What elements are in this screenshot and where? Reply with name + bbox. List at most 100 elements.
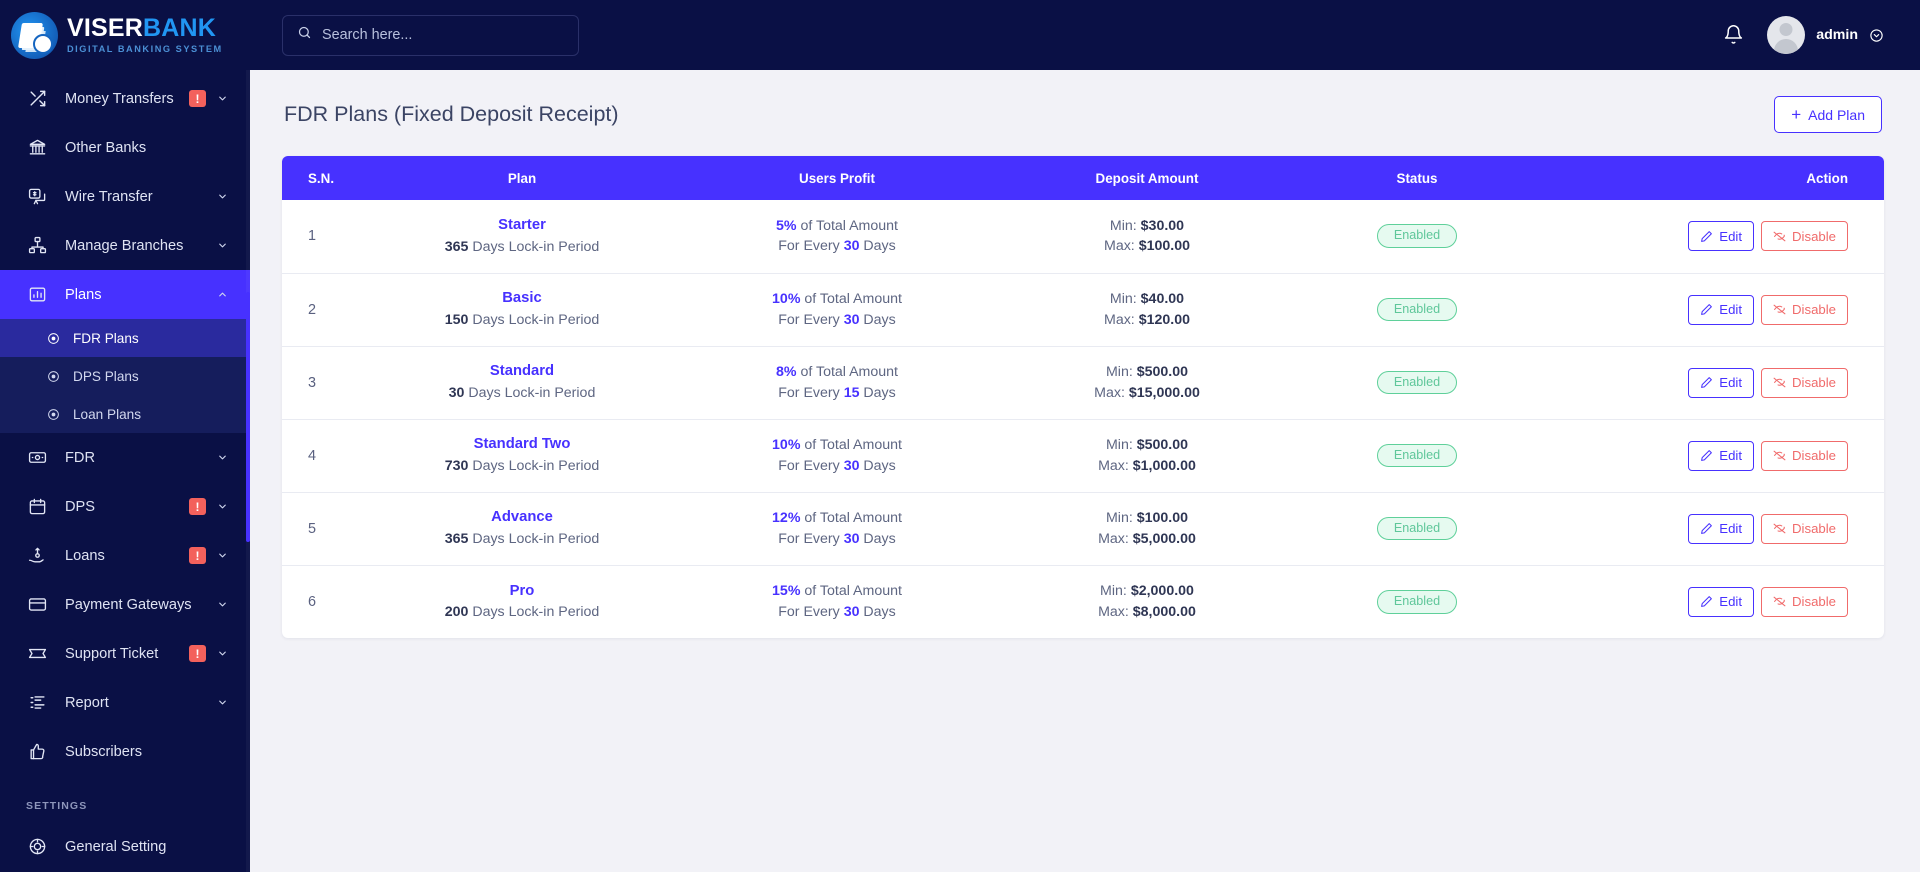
max-prefix: Max:	[1094, 384, 1125, 401]
profit-suffix: of Total Amount	[800, 363, 898, 380]
disable-button[interactable]: Disable	[1761, 367, 1848, 398]
disable-label: Disable	[1792, 228, 1836, 244]
sidebar-item-label: DPS	[65, 498, 96, 515]
every-prefix: For Every	[778, 311, 840, 328]
brand-logo-area[interactable]: VISERBANK DIGITAL BANKING SYSTEM	[0, 0, 250, 70]
table-row: 5 Advance 365 Days Lock-in Period 12% of To…	[282, 492, 1884, 565]
cell-action: Edit Disable	[1542, 565, 1884, 638]
edit-label: Edit	[1719, 448, 1743, 463]
sidebar-item-label: General Setting	[65, 838, 167, 855]
notification-bell-icon[interactable]	[1723, 24, 1745, 46]
eye-slash-icon	[1773, 303, 1786, 316]
disable-label: Disable	[1792, 521, 1836, 536]
disable-label: Disable	[1792, 375, 1836, 390]
main-area: admin FDR Plans (Fixed Deposit Receipt) …	[250, 0, 1920, 872]
sidebar-item-dps[interactable]: DPS !	[0, 482, 250, 531]
disable-button[interactable]: Disable	[1761, 513, 1848, 544]
brand-name-part1: VISER	[67, 13, 144, 42]
brand-name-part2: BANK	[143, 13, 217, 42]
cell-users-profit: 12% of Total Amount For Every 30 Days	[672, 492, 1002, 565]
cell-status: Enabled	[1292, 273, 1542, 346]
sidebar-item-plans[interactable]: Plans	[0, 270, 250, 319]
sidebar: VISERBANK DIGITAL BANKING SYSTEM Money T…	[0, 0, 250, 872]
sidebar-item-money-transfers[interactable]: Money Transfers !	[0, 74, 250, 123]
profit-suffix: of Total Amount	[804, 436, 902, 453]
search-input[interactable]	[322, 27, 564, 43]
plan-name: Advance	[491, 509, 553, 526]
disable-label: Disable	[1792, 594, 1836, 610]
plan-name: Starter	[498, 217, 546, 234]
every-days: 30	[843, 457, 860, 474]
circle-dot-icon	[46, 369, 60, 383]
money-icon	[26, 447, 48, 469]
column-header-profit: Users Profit	[672, 156, 1002, 200]
brand-text: VISERBANK DIGITAL BANKING SYSTEM	[67, 13, 223, 54]
min-prefix: Min:	[1105, 509, 1133, 526]
fdr-plans-table-card: S.N. Plan Users Profit Deposit Amount St…	[282, 156, 1884, 638]
row-actions: Edit Disable	[1688, 586, 1848, 617]
profit-percent: 15%	[772, 583, 801, 600]
sidebar-item-fdr[interactable]: FDR	[0, 433, 250, 482]
lockin-days: 30	[448, 384, 465, 401]
cell-plan: Starter 365 Days Lock-in Period	[372, 200, 672, 273]
lockin-days: 365	[444, 238, 469, 255]
sidebar-item-label: Other Banks	[65, 139, 147, 156]
edit-button[interactable]: Edit	[1688, 440, 1755, 471]
edit-button[interactable]: Edit	[1688, 586, 1755, 617]
cell-deposit-amount: Min: $30.00 Max: $100.00	[1002, 200, 1292, 273]
edit-button[interactable]: Edit	[1688, 221, 1755, 252]
every-prefix: For Every	[778, 457, 840, 474]
edit-button[interactable]: Edit	[1688, 513, 1755, 544]
sidebar-subitem-loan-plans[interactable]: Loan Plans	[0, 395, 250, 433]
sidebar-item-report[interactable]: Report	[0, 678, 250, 727]
list-icon	[26, 692, 48, 714]
max-amount: $15,000.00	[1128, 384, 1200, 401]
chevron-down-icon	[216, 550, 228, 561]
search-box[interactable]	[282, 14, 579, 56]
plan-name: Pro	[509, 582, 535, 599]
sidebar-scrollbar-thumb[interactable]	[246, 292, 250, 542]
sidebar-item-general-setting[interactable]: General Setting	[0, 822, 250, 871]
alert-badge: !	[189, 645, 206, 662]
days-suffix: Days	[863, 311, 896, 328]
row-actions: Edit Disable	[1688, 513, 1848, 544]
sidebar-item-subscribers[interactable]: Subscribers	[0, 727, 250, 776]
chevron-down-circle-icon[interactable]	[1869, 28, 1884, 43]
edit-label: Edit	[1719, 228, 1743, 244]
disable-button[interactable]: Disable	[1761, 586, 1848, 617]
lockin-suffix: Days Lock-in Period	[472, 457, 600, 474]
row-actions: Edit Disable	[1688, 221, 1848, 252]
sidebar-item-other-banks[interactable]: Other Banks	[0, 123, 250, 172]
sidebar-item-wire-transfer[interactable]: Wire Transfer	[0, 172, 250, 221]
chart-bar-icon	[26, 284, 48, 306]
sidebar-item-manage-branches[interactable]: Manage Branches	[0, 221, 250, 270]
table-row: 6 Pro 200 Days Lock-in Period 15% of Total …	[282, 565, 1884, 638]
sidebar-item-payment-gateways[interactable]: Payment Gateways	[0, 580, 250, 629]
cell-sn: 1	[308, 228, 317, 245]
sidebar-subitem-dps-plans[interactable]: DPS Plans	[0, 357, 250, 395]
max-prefix: Max:	[1098, 457, 1129, 474]
every-prefix: For Every	[778, 238, 840, 255]
fdr-plans-table: S.N. Plan Users Profit Deposit Amount St…	[282, 156, 1884, 638]
profit-percent: 10%	[772, 436, 801, 453]
status-badge: Enabled	[1376, 589, 1458, 614]
topbar-right: admin	[1723, 16, 1884, 54]
add-plan-button[interactable]: + Add Plan	[1774, 96, 1882, 133]
alert-badge: !	[189, 547, 206, 564]
disable-button[interactable]: Disable	[1761, 440, 1848, 471]
user-menu[interactable]: admin	[1767, 16, 1884, 54]
add-plan-label: Add Plan	[1808, 106, 1865, 123]
disable-button[interactable]: Disable	[1761, 294, 1848, 325]
disable-button[interactable]: Disable	[1761, 221, 1848, 252]
edit-label: Edit	[1719, 302, 1743, 317]
sidebar-item-loans[interactable]: Loans !	[0, 531, 250, 580]
edit-button[interactable]: Edit	[1688, 367, 1755, 398]
pencil-icon	[1700, 449, 1713, 462]
column-header-deposit: Deposit Amount	[1002, 156, 1292, 200]
sidebar-subitem-fdr-plans[interactable]: FDR Plans	[0, 319, 250, 357]
lockin-suffix: Days Lock-in Period	[468, 384, 596, 401]
edit-button[interactable]: Edit	[1688, 294, 1755, 325]
plan-name: Standard	[489, 363, 555, 380]
sidebar-item-support-ticket[interactable]: Support Ticket !	[0, 629, 250, 678]
sidebar-scrollbar-track[interactable]	[246, 70, 250, 872]
